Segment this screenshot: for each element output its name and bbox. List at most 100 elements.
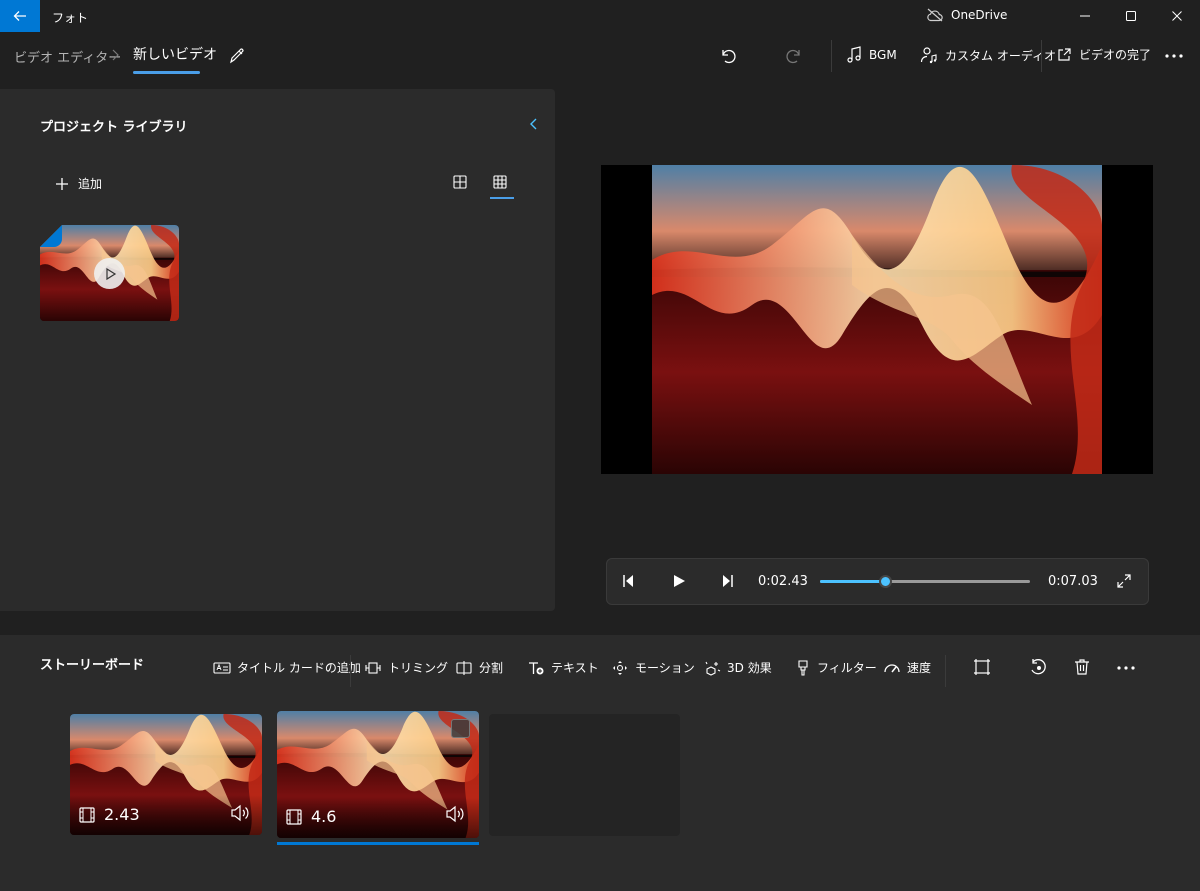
edit-title-button[interactable]	[228, 47, 246, 65]
breadcrumb-active-indicator	[133, 71, 200, 74]
storyboard-clip-2[interactable]: 4.6	[277, 711, 479, 838]
clip-volume-button[interactable]	[230, 804, 250, 822]
thumbnail-play-button[interactable]	[94, 258, 125, 289]
seek-bar-progress	[820, 580, 886, 583]
add-media-label: 追加	[78, 177, 103, 191]
split-label: 分割	[479, 661, 504, 675]
app-title: フォト	[52, 11, 89, 25]
storyboard-title: ストーリーボード	[40, 658, 145, 673]
filters-button[interactable]: フィルター	[795, 659, 877, 676]
grid-large-icon	[452, 174, 468, 190]
undo-button[interactable]	[718, 46, 738, 66]
split-icon	[455, 660, 473, 676]
play-icon	[671, 573, 687, 589]
storyboard-divider	[945, 655, 946, 687]
split-button[interactable]: 分割	[455, 659, 503, 676]
chevron-left-icon	[528, 116, 540, 132]
skip-forward-button[interactable]	[719, 573, 735, 589]
clip-duration: 4.6	[285, 807, 336, 826]
maximize-button[interactable]	[1108, 0, 1154, 32]
film-icon	[285, 808, 303, 826]
finish-video-label: ビデオの完了	[1079, 48, 1152, 62]
onedrive-status[interactable]: OneDrive	[926, 8, 1007, 22]
crop-button[interactable]	[973, 658, 991, 676]
finish-video-button[interactable]: ビデオの完了	[1056, 46, 1151, 63]
text-label: テキスト	[551, 661, 599, 675]
clip-volume-button[interactable]	[445, 805, 465, 823]
3d-effects-label: 3D 効果	[727, 661, 772, 675]
skip-forward-icon	[719, 573, 735, 589]
storyboard-divider	[350, 655, 351, 687]
trim-icon	[364, 660, 382, 676]
clip-duration: 2.43	[78, 805, 140, 824]
plus-icon	[54, 176, 70, 192]
add-title-card-button[interactable]: タイトル カードの追加	[213, 659, 361, 676]
3d-effects-icon	[703, 660, 721, 676]
skip-back-icon	[621, 573, 637, 589]
collapse-library-button[interactable]	[528, 116, 540, 132]
add-title-card-label: タイトル カードの追加	[237, 661, 361, 675]
minimize-button[interactable]	[1062, 0, 1108, 32]
speed-label: 速度	[907, 661, 932, 675]
grid-small-icon	[492, 174, 508, 190]
skip-back-button[interactable]	[621, 573, 637, 589]
rotate-button[interactable]	[1029, 658, 1047, 676]
redo-button[interactable]	[784, 46, 804, 66]
trim-label: トリミング	[388, 661, 449, 675]
filters-label: フィルター	[817, 661, 877, 675]
motion-label: モーション	[635, 661, 695, 675]
view-mode-indicator	[490, 197, 514, 199]
large-grid-view-button[interactable]	[452, 174, 468, 190]
trim-button[interactable]: トリミング	[364, 659, 448, 676]
add-media-button[interactable]: 追加	[54, 175, 102, 192]
toolbar-divider	[831, 40, 832, 72]
delete-button[interactable]	[1073, 658, 1091, 676]
redo-icon	[784, 46, 804, 66]
close-button[interactable]	[1154, 0, 1200, 32]
back-button[interactable]	[0, 0, 40, 32]
small-grid-view-button[interactable]	[492, 174, 508, 190]
cloud-off-icon	[926, 8, 944, 22]
filter-icon	[795, 659, 811, 676]
3d-effects-button[interactable]: 3D 効果	[703, 659, 772, 676]
seek-thumb[interactable]	[879, 575, 893, 588]
fullscreen-icon	[1117, 574, 1131, 588]
play-icon	[103, 267, 117, 281]
breadcrumb-root[interactable]: ビデオ エディター	[14, 47, 121, 66]
custom-audio-label: カスタム オーディオ	[945, 48, 1056, 63]
text-button[interactable]: テキスト	[527, 659, 599, 676]
current-time: 0:02.43	[758, 574, 808, 589]
total-time: 0:07.03	[1048, 574, 1098, 589]
chevron-right-icon	[110, 48, 120, 62]
speed-icon	[883, 660, 901, 676]
storyboard-empty-slot[interactable]	[489, 714, 680, 836]
clip-select-checkbox[interactable]	[451, 719, 470, 738]
minimize-icon	[1079, 10, 1091, 22]
more-options-button[interactable]	[1165, 54, 1183, 58]
speed-button[interactable]: 速度	[883, 659, 931, 676]
clip-duration-value: 2.43	[104, 805, 140, 824]
selected-clip-indicator	[277, 842, 479, 845]
fullscreen-button[interactable]	[1117, 574, 1131, 588]
bgm-button[interactable]: BGM	[846, 46, 897, 64]
project-library-title: プロジェクト ライブラリ	[40, 120, 188, 135]
crop-icon	[973, 658, 991, 676]
music-note-icon	[846, 46, 862, 64]
breadcrumb-current[interactable]: 新しいビデオ	[133, 44, 217, 64]
undo-icon	[718, 46, 738, 66]
pencil-icon	[228, 47, 246, 65]
storyboard-clip-1[interactable]: 2.43	[70, 714, 262, 835]
preview-frame	[652, 165, 1102, 474]
storyboard-more-button[interactable]	[1117, 666, 1135, 670]
bgm-label: BGM	[869, 48, 897, 62]
close-icon	[1171, 10, 1183, 22]
custom-audio-button[interactable]: カスタム オーディオ	[920, 46, 1056, 64]
more-icon	[1117, 666, 1135, 670]
play-button[interactable]	[671, 573, 687, 589]
text-icon	[527, 660, 545, 676]
back-arrow-icon	[12, 8, 28, 24]
motion-button[interactable]: モーション	[611, 659, 695, 676]
motion-icon	[611, 660, 629, 676]
title-card-icon	[213, 661, 231, 675]
rotate-icon	[1029, 658, 1047, 676]
